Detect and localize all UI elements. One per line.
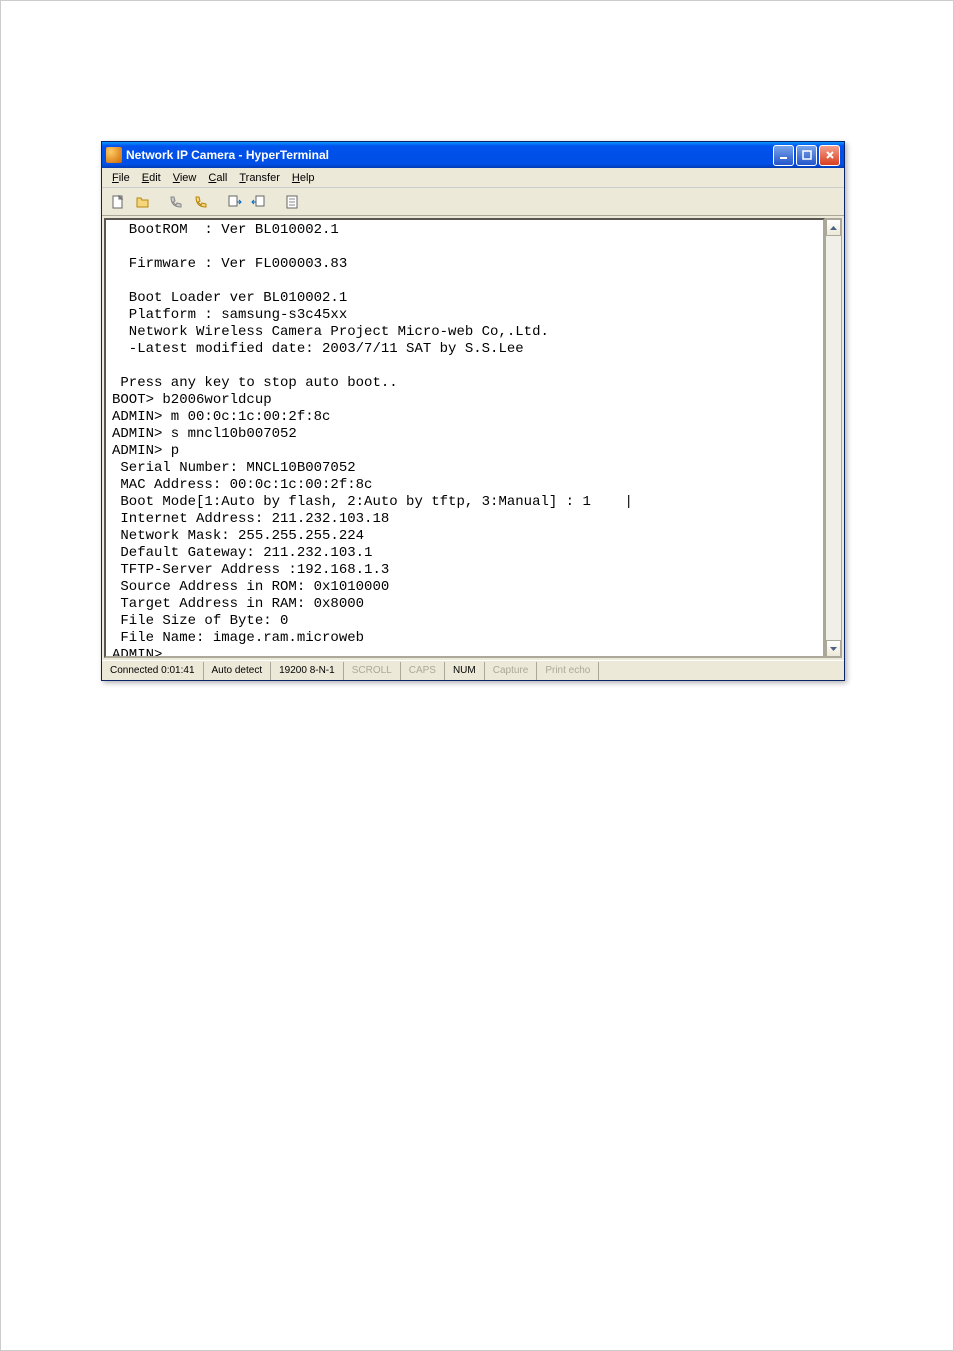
close-icon: [825, 150, 835, 160]
open-button[interactable]: [131, 191, 154, 213]
status-caps: CAPS: [401, 662, 445, 680]
properties-button[interactable]: [280, 191, 303, 213]
connect-button[interactable]: [164, 191, 187, 213]
status-num: NUM: [445, 662, 485, 680]
open-folder-icon: [135, 194, 151, 210]
menu-help[interactable]: Help: [286, 170, 321, 186]
window-title: Network IP Camera - HyperTerminal: [126, 148, 773, 162]
phone-connect-icon: [168, 194, 184, 210]
terminal-wrap: BootROM : Ver BL010002.1 Firmware : Ver …: [102, 216, 844, 660]
window-buttons: [773, 145, 840, 166]
status-connected: Connected 0:01:41: [102, 662, 204, 680]
status-printecho: Print echo: [537, 662, 599, 680]
receive-button[interactable]: [247, 191, 270, 213]
app-icon: [106, 147, 122, 163]
close-button[interactable]: [819, 145, 840, 166]
titlebar[interactable]: Network IP Camera - HyperTerminal: [102, 142, 844, 168]
minimize-button[interactable]: [773, 145, 794, 166]
status-capture: Capture: [485, 662, 538, 680]
menu-file[interactable]: File: [106, 170, 136, 186]
disconnect-button[interactable]: [189, 191, 212, 213]
properties-icon: [284, 194, 300, 210]
send-file-icon: [226, 194, 242, 210]
status-baud: 19200 8-N-1: [271, 662, 344, 680]
hyperterminal-window: Network IP Camera - HyperTerminal File E…: [101, 141, 845, 681]
new-button[interactable]: [106, 191, 129, 213]
scroll-track[interactable]: [826, 236, 841, 640]
receive-file-icon: [251, 194, 267, 210]
new-file-icon: [110, 194, 126, 210]
chevron-up-icon: [830, 226, 837, 230]
status-scroll: SCROLL: [344, 662, 401, 680]
menu-edit[interactable]: Edit: [136, 170, 167, 186]
statusbar: Connected 0:01:41 Auto detect 19200 8-N-…: [102, 660, 844, 680]
terminal-output[interactable]: BootROM : Ver BL010002.1 Firmware : Ver …: [104, 218, 825, 658]
minimize-icon: [779, 150, 789, 160]
vertical-scrollbar[interactable]: [825, 218, 842, 658]
status-autodetect: Auto detect: [204, 662, 272, 680]
document-page: Network IP Camera - HyperTerminal File E…: [0, 0, 954, 1351]
phone-disconnect-icon: [193, 194, 209, 210]
menubar: File Edit View Call Transfer Help: [102, 168, 844, 188]
menu-call[interactable]: Call: [202, 170, 233, 186]
scroll-down-button[interactable]: [826, 640, 841, 657]
menu-view[interactable]: View: [167, 170, 203, 186]
terminal-frame: BootROM : Ver BL010002.1 Firmware : Ver …: [104, 218, 842, 658]
maximize-icon: [802, 150, 812, 160]
scroll-up-button[interactable]: [826, 219, 841, 236]
send-button[interactable]: [222, 191, 245, 213]
toolbar: [102, 188, 844, 216]
chevron-down-icon: [830, 647, 837, 651]
menu-transfer[interactable]: Transfer: [233, 170, 286, 186]
maximize-button[interactable]: [796, 145, 817, 166]
